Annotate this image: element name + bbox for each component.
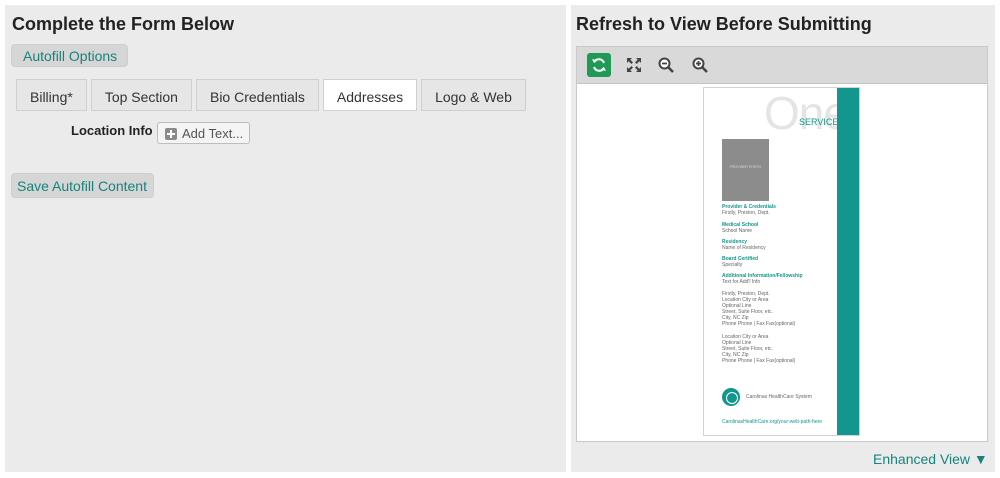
fullscreen-icon[interactable]: [622, 53, 646, 77]
tab-logo-web[interactable]: Logo & Web: [421, 79, 526, 111]
preview-block-board: Board Certified Specialty: [722, 256, 759, 268]
viewer-toolbar: [577, 47, 987, 84]
preview-block-medical-school: Medical School School Name: [722, 222, 759, 234]
preview-panel: Refresh to View Before Submitting One SE…: [571, 5, 995, 472]
preview-block-additional: Additional Information/Fellowship Text f…: [722, 273, 803, 285]
autofill-options-button[interactable]: Autofill Options: [11, 44, 129, 67]
form-panel-title: Complete the Form Below: [12, 14, 235, 34]
form-panel: Complete the Form Below Autofill Options…: [5, 5, 566, 472]
provider-photo-placeholder: PROVIDER PHOTO: [722, 139, 769, 201]
preview-logo-text: Carolinas HealthCare System: [746, 394, 812, 400]
add-text-button[interactable]: Add Text...: [157, 122, 250, 144]
form-tabs: Billing* Top Section Bio Credentials Add…: [16, 79, 530, 111]
carolinas-logo-icon: [722, 388, 740, 406]
zoom-out-icon[interactable]: [654, 53, 678, 77]
save-autofill-button[interactable]: Save Autofill Content: [11, 173, 154, 198]
add-text-label: Add Text...: [182, 126, 244, 141]
preview-block-residency: Residency Name of Residency: [722, 239, 766, 251]
tab-bio-credentials[interactable]: Bio Credentials: [195, 79, 319, 111]
tab-top-section[interactable]: Top Section: [90, 79, 192, 111]
enhanced-view-link[interactable]: Enhanced View ▼: [873, 451, 988, 467]
plus-icon: [165, 128, 177, 140]
preview-teal-band: [837, 88, 859, 435]
zoom-in-icon[interactable]: [688, 53, 712, 77]
document-preview: One SERVICE PROVIDER PHOTO Provider & Cr…: [703, 87, 860, 436]
preview-address-block-2: Location City or Area Optional Line Stre…: [722, 334, 796, 364]
preview-big-word: One: [764, 87, 849, 139]
refresh-icon[interactable]: [587, 53, 611, 77]
preview-service-label: SERVICE: [799, 117, 839, 127]
preview-panel-title: Refresh to View Before Submitting: [576, 14, 872, 34]
preview-viewer: One SERVICE PROVIDER PHOTO Provider & Cr…: [576, 46, 988, 442]
preview-address-block-1: Firstly, Preston, Dept. Location City or…: [722, 291, 796, 327]
tab-addresses[interactable]: Addresses: [322, 79, 418, 111]
tab-billing[interactable]: Billing*: [16, 79, 87, 111]
preview-url: CarolinasHealthCare.org/your-web-path-he…: [722, 419, 823, 425]
location-info-label: Location Info: [71, 123, 153, 138]
preview-block-credentials: Provider & Credentials Firstly, Preston,…: [722, 204, 776, 216]
provider-photo-label: PROVIDER PHOTO: [729, 165, 762, 169]
